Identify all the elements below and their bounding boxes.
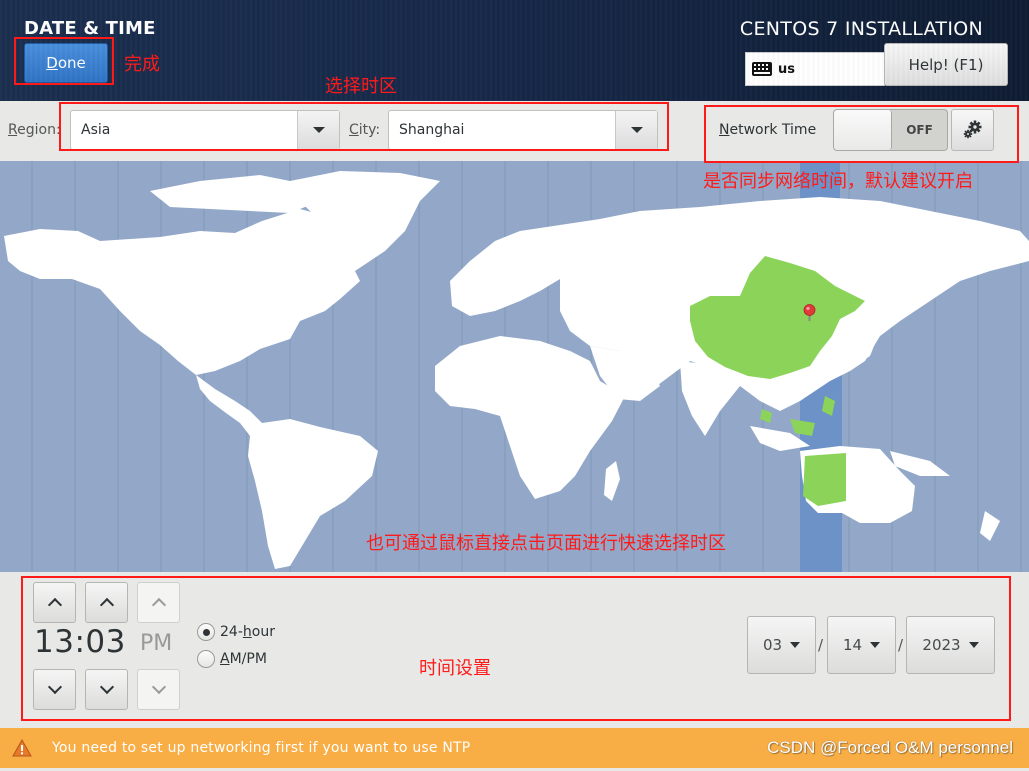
- time-separator: :: [74, 624, 86, 660]
- chevron-down-icon: [968, 642, 979, 648]
- toggle-state-label: OFF: [906, 123, 933, 137]
- keyboard-layout-value: us: [778, 61, 795, 77]
- chevron-up-icon: [47, 597, 62, 613]
- keyboard-layout-indicator[interactable]: us: [745, 52, 885, 86]
- warning-icon: [12, 739, 32, 757]
- hours-value: 13: [34, 624, 75, 660]
- region-combobox[interactable]: Asia: [70, 110, 340, 150]
- annotation-time-settings: 时间设置: [419, 658, 491, 679]
- north-america: [4, 209, 360, 375]
- annotation-done: 完成: [124, 54, 160, 75]
- product-title: CENTOS 7 INSTALLATION: [739, 18, 983, 40]
- date-separator: /: [818, 636, 824, 654]
- done-mnemonic: D: [46, 54, 58, 72]
- date-separator: /: [898, 636, 904, 654]
- minute-up-button[interactable]: [85, 582, 128, 623]
- network-time-label: Network Time: [719, 122, 817, 138]
- keyboard-icon: [752, 62, 772, 76]
- watermark: CSDN @Forced O&M personnel: [767, 738, 1013, 757]
- help-button[interactable]: Help! (F1): [884, 43, 1008, 86]
- ampm-up-button[interactable]: [137, 582, 180, 623]
- hour-down-button[interactable]: [33, 669, 76, 710]
- chevron-down-icon: [312, 127, 325, 133]
- warning-message: You need to set up networking first if y…: [52, 740, 471, 756]
- date-time-spoke: DATE & TIME Done CENTOS 7 INSTALLATION u…: [0, 0, 1029, 771]
- annotation-map-click: 也可通过鼠标直接点击页面进行快速选择时区: [366, 533, 726, 554]
- chevron-down-icon: [47, 679, 62, 695]
- done-label: one: [57, 54, 86, 72]
- chevron-down-icon: [99, 679, 114, 695]
- ntp-settings-button[interactable]: [951, 109, 994, 151]
- time-display: 13:03: [34, 624, 126, 660]
- year-value: 2023: [922, 636, 961, 654]
- chevron-down-icon: [790, 642, 801, 648]
- ampm-down-button[interactable]: [137, 669, 180, 710]
- chevron-down-icon: [870, 642, 881, 648]
- hour-up-button[interactable]: [33, 582, 76, 623]
- ampm-value: PM: [140, 631, 173, 656]
- region-label: Region:: [8, 122, 61, 138]
- annotation-select-timezone: 选择时区: [325, 76, 397, 97]
- page-title: DATE & TIME: [24, 18, 156, 39]
- timezone-map[interactable]: [0, 161, 1029, 572]
- city-label: City:: [349, 122, 381, 138]
- radio-unchecked-icon[interactable]: [197, 650, 215, 668]
- minutes-value: 03: [85, 624, 126, 660]
- network-time-toggle[interactable]: OFF: [833, 109, 948, 151]
- day-value: 14: [842, 636, 863, 654]
- day-dropdown[interactable]: 14: [827, 616, 896, 674]
- done-button[interactable]: Done: [24, 43, 108, 83]
- month-dropdown[interactable]: 03: [747, 616, 816, 674]
- city-dropdown-button[interactable]: [615, 111, 657, 149]
- world-map[interactable]: [0, 161, 1029, 572]
- format-24-hour-radio[interactable]: 24-hour: [197, 623, 275, 641]
- region-dropdown-button[interactable]: [297, 111, 339, 149]
- month-value: 03: [762, 636, 783, 654]
- format-24-hour-label: 24-hour: [220, 624, 275, 640]
- toggle-knob[interactable]: [834, 110, 892, 150]
- format-ampm-label: AM/PM: [220, 651, 267, 667]
- format-ampm-radio[interactable]: AM/PM: [197, 650, 267, 668]
- city-combobox[interactable]: Shanghai: [388, 110, 658, 150]
- south-america: [196, 375, 378, 569]
- minute-down-button[interactable]: [85, 669, 128, 710]
- region-value: Asia: [81, 122, 111, 138]
- gears-icon: [963, 120, 981, 139]
- chevron-up-icon: [151, 597, 166, 613]
- annotation-network-time: 是否同步网络时间，默认建议开启: [703, 171, 973, 192]
- chevron-up-icon: [99, 597, 114, 613]
- radio-checked-icon[interactable]: [197, 623, 215, 641]
- year-dropdown[interactable]: 2023: [906, 616, 995, 674]
- chevron-down-icon: [151, 679, 166, 695]
- city-value: Shanghai: [399, 122, 465, 138]
- chevron-down-icon: [630, 127, 643, 133]
